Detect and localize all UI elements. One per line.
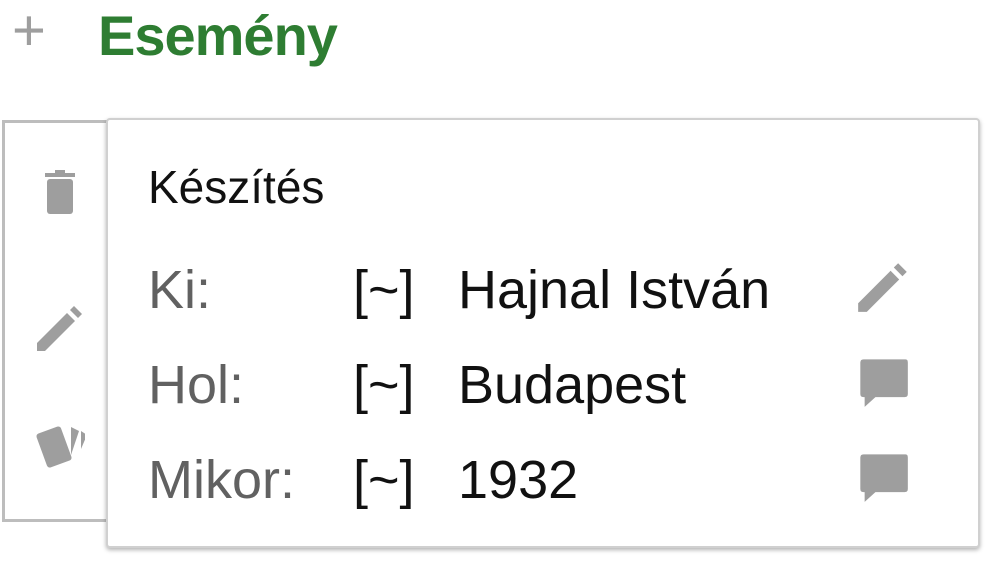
comment-icon[interactable] — [856, 450, 910, 504]
row-label: Hol: — [148, 355, 245, 415]
row-label: Ki: — [148, 260, 212, 320]
certainty-marker: [~] — [353, 260, 415, 320]
pencil-icon[interactable] — [856, 260, 910, 314]
event-card: Készítés Ki: [~] Hajnal István Hol: [~] … — [106, 118, 980, 548]
certainty-marker: [~] — [353, 450, 415, 510]
header: + Esemény — [12, 0, 338, 70]
page-title: Esemény — [98, 3, 338, 67]
row-value: Hajnal István — [458, 260, 771, 320]
plus-icon[interactable]: + — [12, 2, 72, 60]
row-value: Budapest — [458, 355, 687, 415]
card-title: Készítés — [148, 161, 325, 213]
action-sidebar — [2, 120, 109, 522]
cards-icon[interactable] — [35, 419, 85, 469]
row-label: Mikor: — [148, 450, 295, 510]
comment-icon[interactable] — [856, 355, 910, 409]
pencil-icon[interactable] — [35, 303, 85, 353]
trash-icon[interactable] — [35, 167, 85, 217]
certainty-marker: [~] — [353, 355, 415, 415]
row-hol: Hol: [~] Budapest — [148, 350, 948, 420]
row-value: 1932 — [458, 450, 579, 510]
row-ki: Ki: [~] Hajnal István — [148, 255, 948, 325]
row-mikor: Mikor: [~] 1932 — [148, 445, 948, 515]
